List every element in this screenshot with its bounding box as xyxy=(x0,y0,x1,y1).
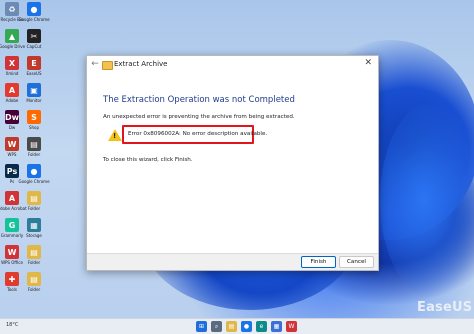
app-icon: ✚ xyxy=(5,272,19,286)
desktop-icon[interactable]: ✂ CapCut xyxy=(22,29,46,49)
dialog-heading: The Extraction Operation was not Complet… xyxy=(103,95,295,105)
desktop-icon[interactable]: E EaseUS xyxy=(22,56,46,76)
cancel-button[interactable]: Cancel xyxy=(339,256,374,268)
desktop-icon[interactable]: ▤ Folder xyxy=(22,245,46,265)
edge-icon[interactable]: e xyxy=(256,321,267,332)
desktop-icon-label: Ps xyxy=(9,179,15,184)
explorer-icon[interactable]: ▤ xyxy=(226,321,237,332)
error-description: An unexpected error is preventing the ar… xyxy=(103,114,295,120)
desktop-icon-label: Tools xyxy=(7,287,17,292)
extract-archive-dialog: ← Extract Archive ✕ The Extraction Opera… xyxy=(86,55,379,271)
desktop-icon-label: Xmind xyxy=(5,71,19,76)
desktop-icon-label: Monitor xyxy=(26,98,42,103)
desktop-icon[interactable]: ● Google Chrome xyxy=(18,2,50,22)
desktop-icon[interactable]: ▲ Google Drive xyxy=(0,29,25,49)
desktop-icon-label: Google Chrome xyxy=(18,179,50,184)
app-icon: S xyxy=(27,110,41,124)
start-icon[interactable]: ⊞ xyxy=(196,321,207,332)
app-icon: ● xyxy=(27,2,41,16)
dialog-footer: Finish Cancel xyxy=(87,253,378,270)
app-icon: Dw xyxy=(5,110,19,124)
app-icon: ▦ xyxy=(27,218,41,232)
desktop-icon[interactable]: X Xmind xyxy=(0,56,24,76)
app-icon: Ps xyxy=(5,164,19,178)
store-icon[interactable]: ▦ xyxy=(271,321,282,332)
desktop-icon[interactable]: ✚ Tools xyxy=(0,272,24,292)
desktop-icon-label: Folder xyxy=(27,206,41,211)
app-icon: ▤ xyxy=(27,272,41,286)
desktop-icon-label: Google Chrome xyxy=(18,17,50,22)
desktop-icon[interactable]: G Grammarly xyxy=(0,218,24,238)
warning-icon: ! xyxy=(108,129,122,141)
desktop-icon[interactable]: W WPS Office xyxy=(0,245,24,265)
desktop-icon-label: Grammarly xyxy=(0,233,24,238)
desktop-icon[interactable]: W WPS xyxy=(0,137,24,157)
desktop-icon[interactable]: ▦ Storage xyxy=(22,218,46,238)
error-code-text: Error 0x8096002A: No error description a… xyxy=(128,131,268,137)
desktop-icon-label: Dw xyxy=(8,125,16,130)
app-icon: G xyxy=(5,218,19,232)
app-icon: A xyxy=(5,83,19,97)
desktop-icon-label: Folder xyxy=(27,260,41,265)
search-icon[interactable]: ⌕ xyxy=(211,321,222,332)
desktop-icon-label: Folder xyxy=(27,287,41,292)
desktop-icon-label: Adobe xyxy=(5,98,19,103)
desktop-icon[interactable]: ▤ Folder xyxy=(22,272,46,292)
app-icon: W xyxy=(5,245,19,259)
desktop-icon[interactable]: ▣ Monitor xyxy=(22,83,46,103)
desktop-icon[interactable]: A Adobe Acrobat xyxy=(0,191,27,211)
desktop-icon[interactable]: ▤ Folder xyxy=(22,137,46,157)
app-icon: X xyxy=(5,56,19,70)
desktop-icon-label: Shop xyxy=(28,125,40,130)
error-highlight-box: Error 0x8096002A: No error description a… xyxy=(122,125,267,144)
close-icon[interactable]: ✕ xyxy=(364,58,372,68)
app-icon: ● xyxy=(27,164,41,178)
app-icon: ▤ xyxy=(27,245,41,259)
taskbar: 18°C ⊞ ⌕ ▤ ● e ▦ W xyxy=(0,318,474,334)
desktop-icon-label: Folder xyxy=(27,152,41,157)
back-arrow-icon[interactable]: ← xyxy=(90,59,100,69)
app-icon: ▲ xyxy=(5,29,19,43)
desktop-icon[interactable]: S Shop xyxy=(22,110,46,130)
app-icon: A xyxy=(5,191,19,205)
desktop-icon[interactable]: A Adobe xyxy=(0,83,24,103)
app-icon: W xyxy=(5,137,19,151)
folder-zip-icon xyxy=(102,61,113,70)
desktop-icon-label: EaseUS xyxy=(26,71,42,76)
desktop-icon[interactable]: Dw Dw xyxy=(0,110,24,130)
desktop-icon-label: Storage xyxy=(26,233,42,238)
app-icon: E xyxy=(27,56,41,70)
dialog-title: Extract Archive xyxy=(114,60,168,68)
dialog-titlebar: ← Extract Archive ✕ xyxy=(87,56,378,74)
chrome-icon[interactable]: ● xyxy=(241,321,252,332)
app-icon: ▤ xyxy=(27,137,41,151)
desktop-icon-label: WPS xyxy=(7,152,17,157)
easeus-watermark: EaseUS xyxy=(417,300,473,315)
desktop-icon-label: WPS Office xyxy=(1,260,23,265)
finish-button[interactable]: Finish xyxy=(301,256,336,268)
desktop-icon[interactable]: ● Google Chrome xyxy=(18,164,50,184)
desktop-icon-label: CapCut xyxy=(26,44,42,49)
app-icon: ✂ xyxy=(27,29,41,43)
wps-icon[interactable]: W xyxy=(286,321,297,332)
close-instruction: To close this wizard, click Finish. xyxy=(103,157,193,163)
app-icon: ♻ xyxy=(5,2,19,16)
app-icon: ▣ xyxy=(27,83,41,97)
desktop-icon[interactable]: ▤ Folder xyxy=(22,191,46,211)
weather-widget[interactable]: 18°C xyxy=(6,322,18,328)
app-icon: ▤ xyxy=(27,191,41,205)
